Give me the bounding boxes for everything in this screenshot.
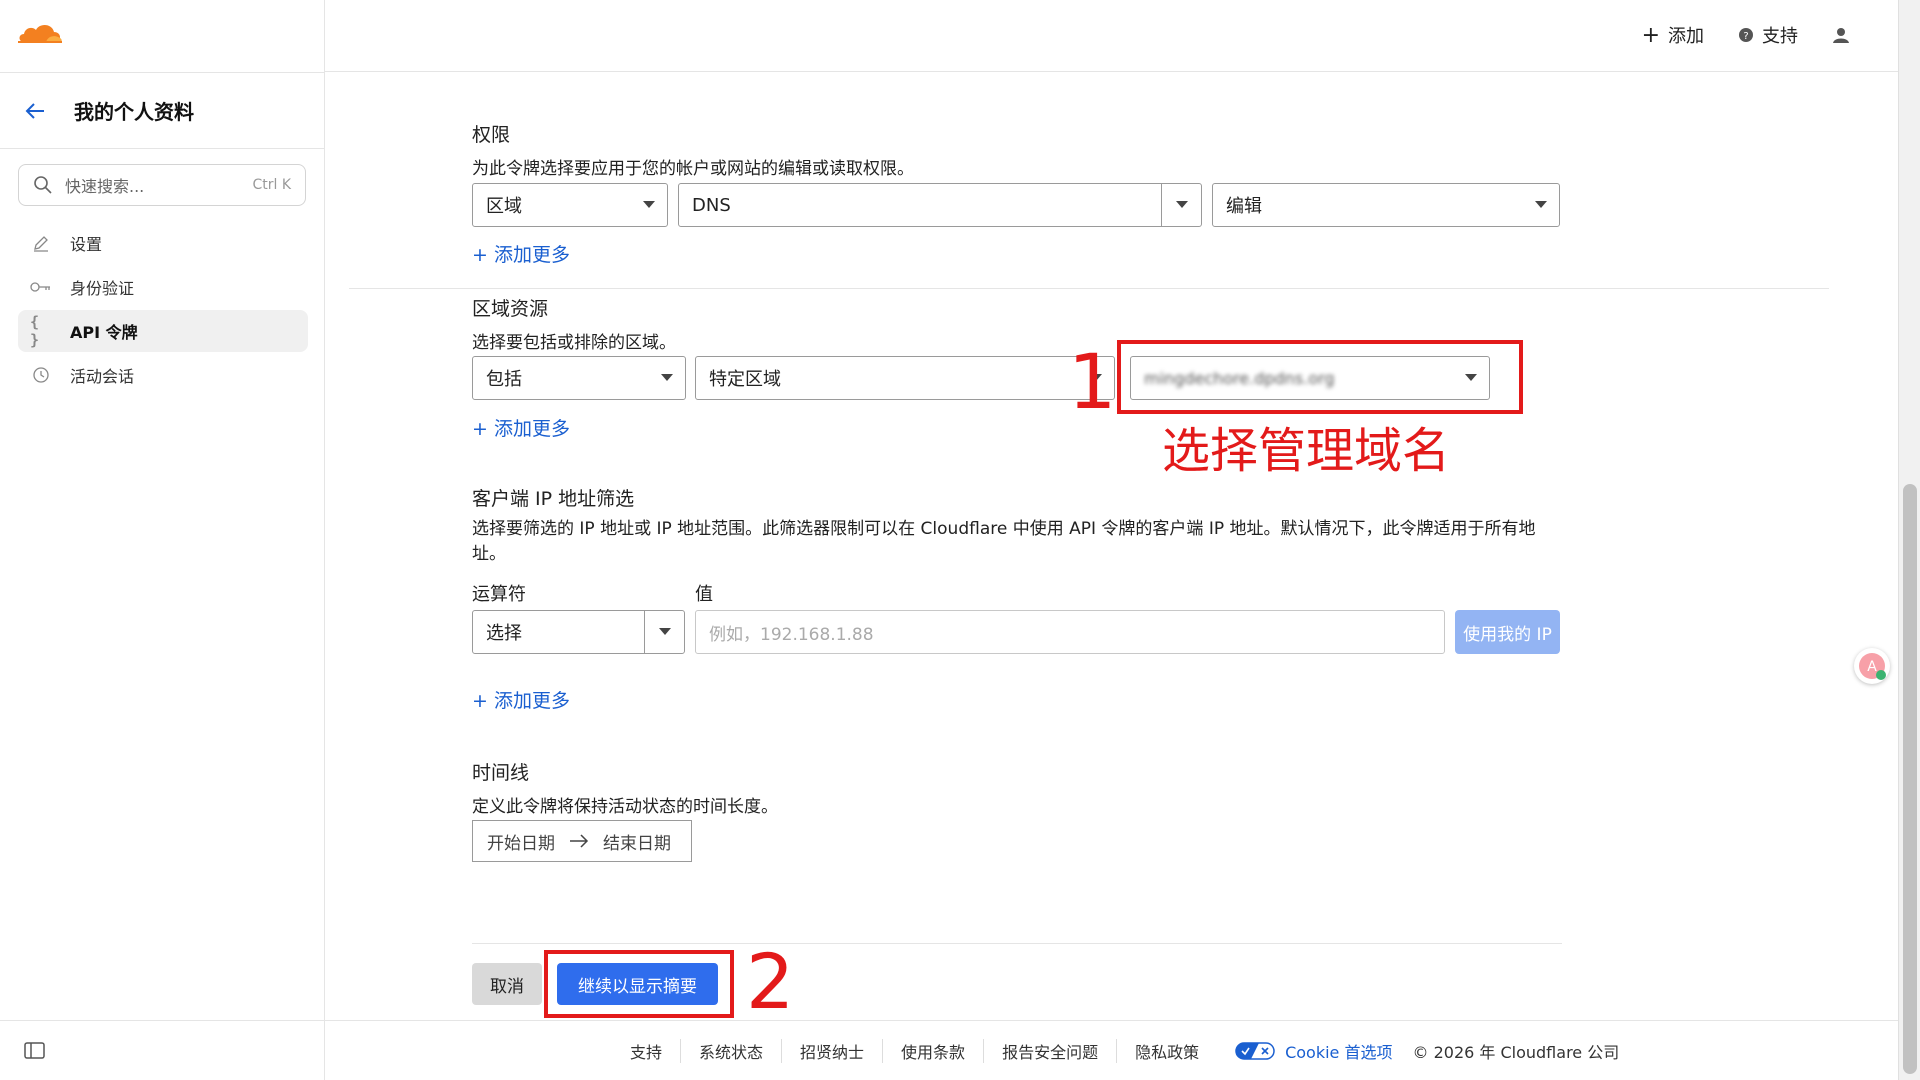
permissions-title: 权限 — [472, 124, 511, 146]
search-placeholder: 快速搜索... — [65, 177, 145, 196]
annotation-number-1: 1 — [1068, 337, 1117, 426]
sidebar-item-authentication[interactable]: 身份验证 — [18, 266, 308, 308]
chevron-down-icon — [643, 201, 655, 208]
permissions-description: 为此令牌选择要应用于您的帐户或网站的编辑或读取权限。 — [472, 159, 914, 179]
add-button[interactable]: + 添加 — [1642, 22, 1704, 48]
chevron-down-icon — [659, 628, 671, 635]
zone-add-more-link[interactable]: + 添加更多 — [472, 414, 570, 441]
floating-translate-widget[interactable]: A — [1854, 648, 1890, 684]
footer-link-status[interactable]: 系统状态 — [681, 1039, 783, 1063]
page-scrollbar[interactable] — [1898, 0, 1920, 1080]
zone-type-value: 特定区域 — [709, 369, 781, 390]
braces-icon: { } — [30, 313, 40, 349]
sidebar-toggle-icon[interactable] — [24, 1042, 46, 1060]
permissions-add-more-link[interactable]: + 添加更多 — [472, 240, 570, 267]
footer-link-support[interactable]: 支持 — [630, 1039, 682, 1063]
sidebar-nav: 设置 身份验证 { } API 令牌 活动会话 — [18, 222, 308, 398]
timeline-description: 定义此令牌将保持活动状态的时间长度。 — [472, 797, 778, 817]
chevron-down-icon — [1176, 201, 1188, 208]
svg-text:?: ? — [1743, 31, 1748, 42]
sidebar-item-label: 活动会话 — [70, 367, 135, 386]
cloudflare-logo-icon[interactable] — [16, 20, 66, 46]
zone-include-value: 包括 — [486, 369, 522, 390]
ip-value-placeholder: 例如，192.168.1.88 — [709, 624, 874, 645]
sidebar-item-api-tokens[interactable]: { } API 令牌 — [18, 310, 308, 352]
end-date[interactable]: 结束日期 — [603, 829, 671, 854]
annotation-box-2 — [544, 950, 734, 1018]
zone-resources-description: 选择要包括或排除的区域。 — [472, 333, 676, 353]
pencil-icon — [30, 232, 52, 254]
page-title: 我的个人资料 — [74, 100, 194, 124]
annotation-number-2: 2 — [746, 937, 795, 1026]
chevron-down-icon — [661, 374, 673, 381]
key-icon — [30, 276, 52, 298]
help-icon: ? — [1739, 28, 1753, 42]
support-label: 支持 — [1762, 26, 1798, 47]
use-my-ip-button[interactable]: 使用我的 IP — [1455, 610, 1560, 654]
footer-link-security[interactable]: 报告安全问题 — [984, 1039, 1118, 1063]
annotation-label-1: 选择管理域名 — [1162, 423, 1451, 479]
sidebar-item-active-sessions[interactable]: 活动会话 — [18, 354, 308, 396]
user-icon[interactable] — [1832, 26, 1850, 44]
value-label: 值 — [695, 584, 713, 605]
ip-filter-description: 选择要筛选的 IP 地址或 IP 地址范围。此筛选器限制可以在 Cloudfla… — [472, 519, 1536, 564]
cancel-button[interactable]: 取消 — [472, 963, 542, 1005]
permission-resource-value: DNS — [692, 194, 731, 216]
permission-scope-value: 区域 — [486, 196, 522, 217]
footer-link-privacy[interactable]: 隐私政策 — [1117, 1039, 1217, 1063]
copyright: © 2026 年 Cloudflare 公司 — [1412, 1043, 1620, 1062]
add-label: 添加 — [1668, 26, 1704, 47]
ip-value-input[interactable]: 例如，192.168.1.88 — [695, 610, 1445, 654]
sidebar-item-settings[interactable]: 设置 — [18, 222, 308, 264]
permission-scope-select[interactable]: 区域 — [472, 183, 668, 227]
start-date[interactable]: 开始日期 — [487, 829, 555, 854]
operator-value: 选择 — [486, 623, 522, 644]
clock-icon — [30, 364, 52, 386]
actions-divider — [472, 943, 1562, 944]
cookie-preferences-link[interactable]: Cookie 首选项 — [1217, 1039, 1410, 1063]
plus-icon: + — [1641, 22, 1660, 48]
back-arrow-icon[interactable] — [22, 98, 48, 124]
svg-text:A: A — [1867, 659, 1877, 675]
sidebar-item-label: 身份验证 — [70, 279, 135, 298]
sidebar-item-label: 设置 — [70, 235, 103, 254]
zone-resources-title: 区域资源 — [472, 298, 549, 320]
footer-link-terms[interactable]: 使用条款 — [883, 1039, 985, 1063]
support-button[interactable]: ? 支持 — [1738, 22, 1798, 48]
chevron-down-icon — [1535, 201, 1547, 208]
scrollbar-thumb[interactable] — [1903, 484, 1917, 1074]
sidebar-item-label: API 令牌 — [70, 323, 138, 342]
annotation-box-1 — [1117, 340, 1523, 414]
permission-level-select[interactable]: 编辑 — [1212, 183, 1560, 227]
search-shortcut: Ctrl K — [252, 177, 291, 193]
permission-resource-select[interactable]: DNS — [678, 183, 1202, 227]
ip-add-more-link[interactable]: + 添加更多 — [472, 686, 570, 713]
arrow-right-icon — [570, 834, 589, 848]
zone-include-select[interactable]: 包括 — [472, 356, 686, 400]
footer: 支持 系统状态 招贤纳士 使用条款 报告安全问题 隐私政策 Cookie 首选项… — [325, 1020, 1900, 1080]
translate-icon: A — [1859, 653, 1886, 680]
privacy-toggle-icon — [1235, 1042, 1275, 1060]
sidebar: 我的个人资料 快速搜索... Ctrl K 设置 身份验证 { } API 令牌 — [0, 0, 325, 1080]
footer-link-careers[interactable]: 招贤纳士 — [782, 1039, 884, 1063]
cookie-label: Cookie 首选项 — [1285, 1043, 1393, 1062]
timeline-title: 时间线 — [472, 762, 530, 784]
ip-filter-title: 客户端 IP 地址筛选 — [472, 488, 635, 510]
search-icon — [34, 176, 52, 194]
section-divider — [349, 288, 1829, 289]
top-header: + 添加 ? 支持 — [325, 0, 1900, 72]
date-range-picker[interactable]: 开始日期 结束日期 — [472, 820, 692, 862]
quick-search[interactable]: 快速搜索... Ctrl K — [18, 164, 306, 206]
zone-type-select[interactable]: 特定区域 — [695, 356, 1115, 400]
operator-select[interactable]: 选择 — [472, 610, 685, 654]
permission-level-value: 编辑 — [1226, 196, 1262, 217]
operator-label: 运算符 — [472, 584, 526, 605]
